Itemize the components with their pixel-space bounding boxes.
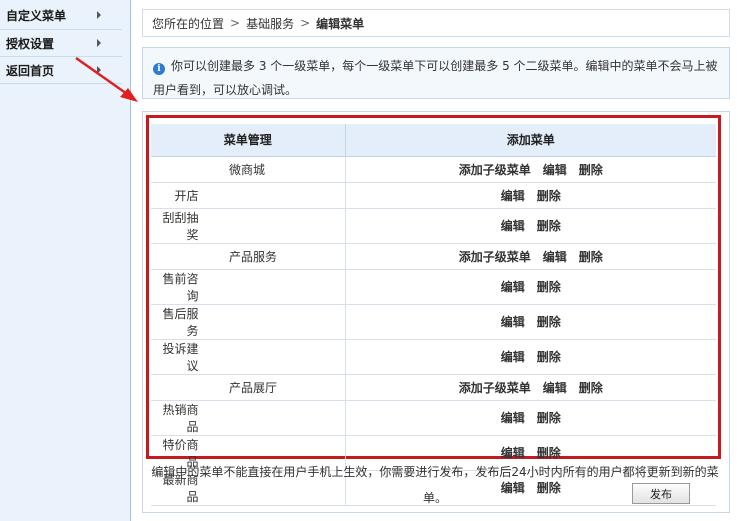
edit-link[interactable]: 编辑	[543, 250, 567, 264]
edit-link[interactable]: 编辑	[501, 280, 525, 294]
sidebar-item-custom-menu[interactable]: 自定义菜单	[0, 0, 122, 30]
menu-name-level2: 售后服务	[151, 304, 346, 340]
menu-table: 菜单管理 添加菜单 微商城 添加子级菜单 编辑 删除 开店 编辑 删除 刮刮抽奖 编辑 删除 产品服…	[151, 124, 716, 506]
sidebar-item-label: 授权设置	[6, 36, 55, 51]
table-row: 热销商品 编辑 删除	[151, 400, 716, 436]
delete-link[interactable]: 删除	[537, 280, 561, 294]
menu-name-level1: 产品服务	[151, 243, 346, 270]
breadcrumb-current: 编辑菜单	[316, 16, 365, 31]
highlight-frame: 菜单管理 添加菜单 微商城 添加子级菜单 编辑 删除 开店 编辑 删除 刮刮抽奖 编辑 删除 产品服…	[146, 115, 721, 506]
table-row: 开店 编辑 删除	[151, 182, 716, 209]
delete-link[interactable]: 删除	[537, 315, 561, 329]
delete-link[interactable]: 删除	[537, 350, 561, 364]
row-actions: 添加子级菜单 编辑 删除	[345, 156, 716, 183]
add-submenu-link[interactable]: 添加子级菜单	[459, 250, 531, 264]
delete-link[interactable]: 删除	[579, 163, 603, 177]
menu-name-level2: 投诉建议	[151, 339, 346, 375]
delete-link[interactable]: 删除	[537, 446, 561, 460]
breadcrumb-prefix: 您所在的位置	[152, 16, 225, 31]
menu-name-level1: 微商城	[151, 156, 346, 183]
menu-name-level2: 开店	[151, 182, 346, 209]
edit-link[interactable]: 编辑	[543, 163, 567, 177]
edit-link[interactable]: 编辑	[501, 219, 525, 233]
info-icon: i	[153, 63, 165, 75]
table-row: 刮刮抽奖 编辑 删除	[151, 208, 716, 244]
publish-button[interactable]: 发布	[632, 483, 690, 504]
notice-text: 你可以创建最多 3 个一级菜单，每个一级菜单下可以创建最多 5 个二级菜单。编辑…	[153, 59, 718, 97]
edit-link[interactable]: 编辑	[501, 315, 525, 329]
chevron-right-icon	[97, 39, 101, 47]
row-actions: 编辑 删除	[345, 269, 716, 305]
menu-name-level2: 热销商品	[151, 400, 346, 436]
breadcrumb: 您所在的位置 > 基础服务 > 编辑菜单	[142, 9, 730, 37]
table-header-row: 菜单管理 添加菜单	[151, 124, 716, 157]
sidebar-item-label: 自定义菜单	[6, 9, 67, 23]
breadcrumb-separator: >	[300, 16, 311, 30]
add-submenu-link[interactable]: 添加子级菜单	[459, 381, 531, 395]
delete-link[interactable]: 删除	[537, 189, 561, 203]
table-row: 微商城 添加子级菜单 编辑 删除	[151, 156, 716, 183]
header-add-menu[interactable]: 添加菜单	[345, 124, 716, 157]
row-actions: 添加子级菜单 编辑 删除	[345, 243, 716, 270]
edit-link[interactable]: 编辑	[501, 350, 525, 364]
add-submenu-link[interactable]: 添加子级菜单	[459, 163, 531, 177]
menu-name-level2: 售前咨询	[151, 269, 346, 305]
row-actions: 编辑 删除	[345, 182, 716, 209]
edit-link[interactable]: 编辑	[501, 446, 525, 460]
menu-name-level2: 刮刮抽奖	[151, 208, 346, 244]
row-actions: 编辑 删除	[345, 304, 716, 340]
menu-table-body: 微商城 添加子级菜单 编辑 删除 开店 编辑 删除 刮刮抽奖 编辑 删除 产品服务 添加子级菜单 编辑删…	[151, 156, 716, 506]
row-actions: 编辑 删除	[345, 400, 716, 436]
header-menu-management: 菜单管理	[151, 124, 346, 157]
chevron-right-icon	[97, 66, 101, 74]
menu-name-level1: 产品展厅	[151, 374, 346, 401]
edit-link[interactable]: 编辑	[501, 411, 525, 425]
sidebar-item-label: 返回首页	[6, 63, 55, 78]
row-actions: 编辑 删除	[345, 339, 716, 375]
sidebar: 自定义菜单 授权设置 返回首页	[0, 0, 131, 521]
table-row: 投诉建议 编辑 删除	[151, 339, 716, 375]
sidebar-item-home[interactable]: 返回首页	[0, 57, 122, 84]
table-row: 产品服务 添加子级菜单 编辑 删除	[151, 243, 716, 270]
chevron-right-icon	[97, 10, 101, 19]
info-notice: i 你可以创建最多 3 个一级菜单，每个一级菜单下可以创建最多 5 个二级菜单。编…	[142, 47, 730, 99]
edit-link[interactable]: 编辑	[543, 381, 567, 395]
row-actions: 添加子级菜单 编辑 删除	[345, 374, 716, 401]
breadcrumb-separator: >	[230, 16, 241, 30]
delete-link[interactable]: 删除	[579, 381, 603, 395]
breadcrumb-link-basic-service[interactable]: 基础服务	[246, 15, 294, 32]
delete-link[interactable]: 删除	[579, 250, 603, 264]
table-row: 售后服务 编辑 删除	[151, 304, 716, 340]
edit-link[interactable]: 编辑	[501, 189, 525, 203]
row-actions: 编辑 删除	[345, 208, 716, 244]
table-row: 产品展厅 添加子级菜单 编辑 删除	[151, 374, 716, 401]
delete-link[interactable]: 删除	[537, 411, 561, 425]
delete-link[interactable]: 删除	[537, 219, 561, 233]
table-row: 售前咨询 编辑 删除	[151, 269, 716, 305]
sidebar-item-auth-settings[interactable]: 授权设置	[0, 30, 122, 57]
